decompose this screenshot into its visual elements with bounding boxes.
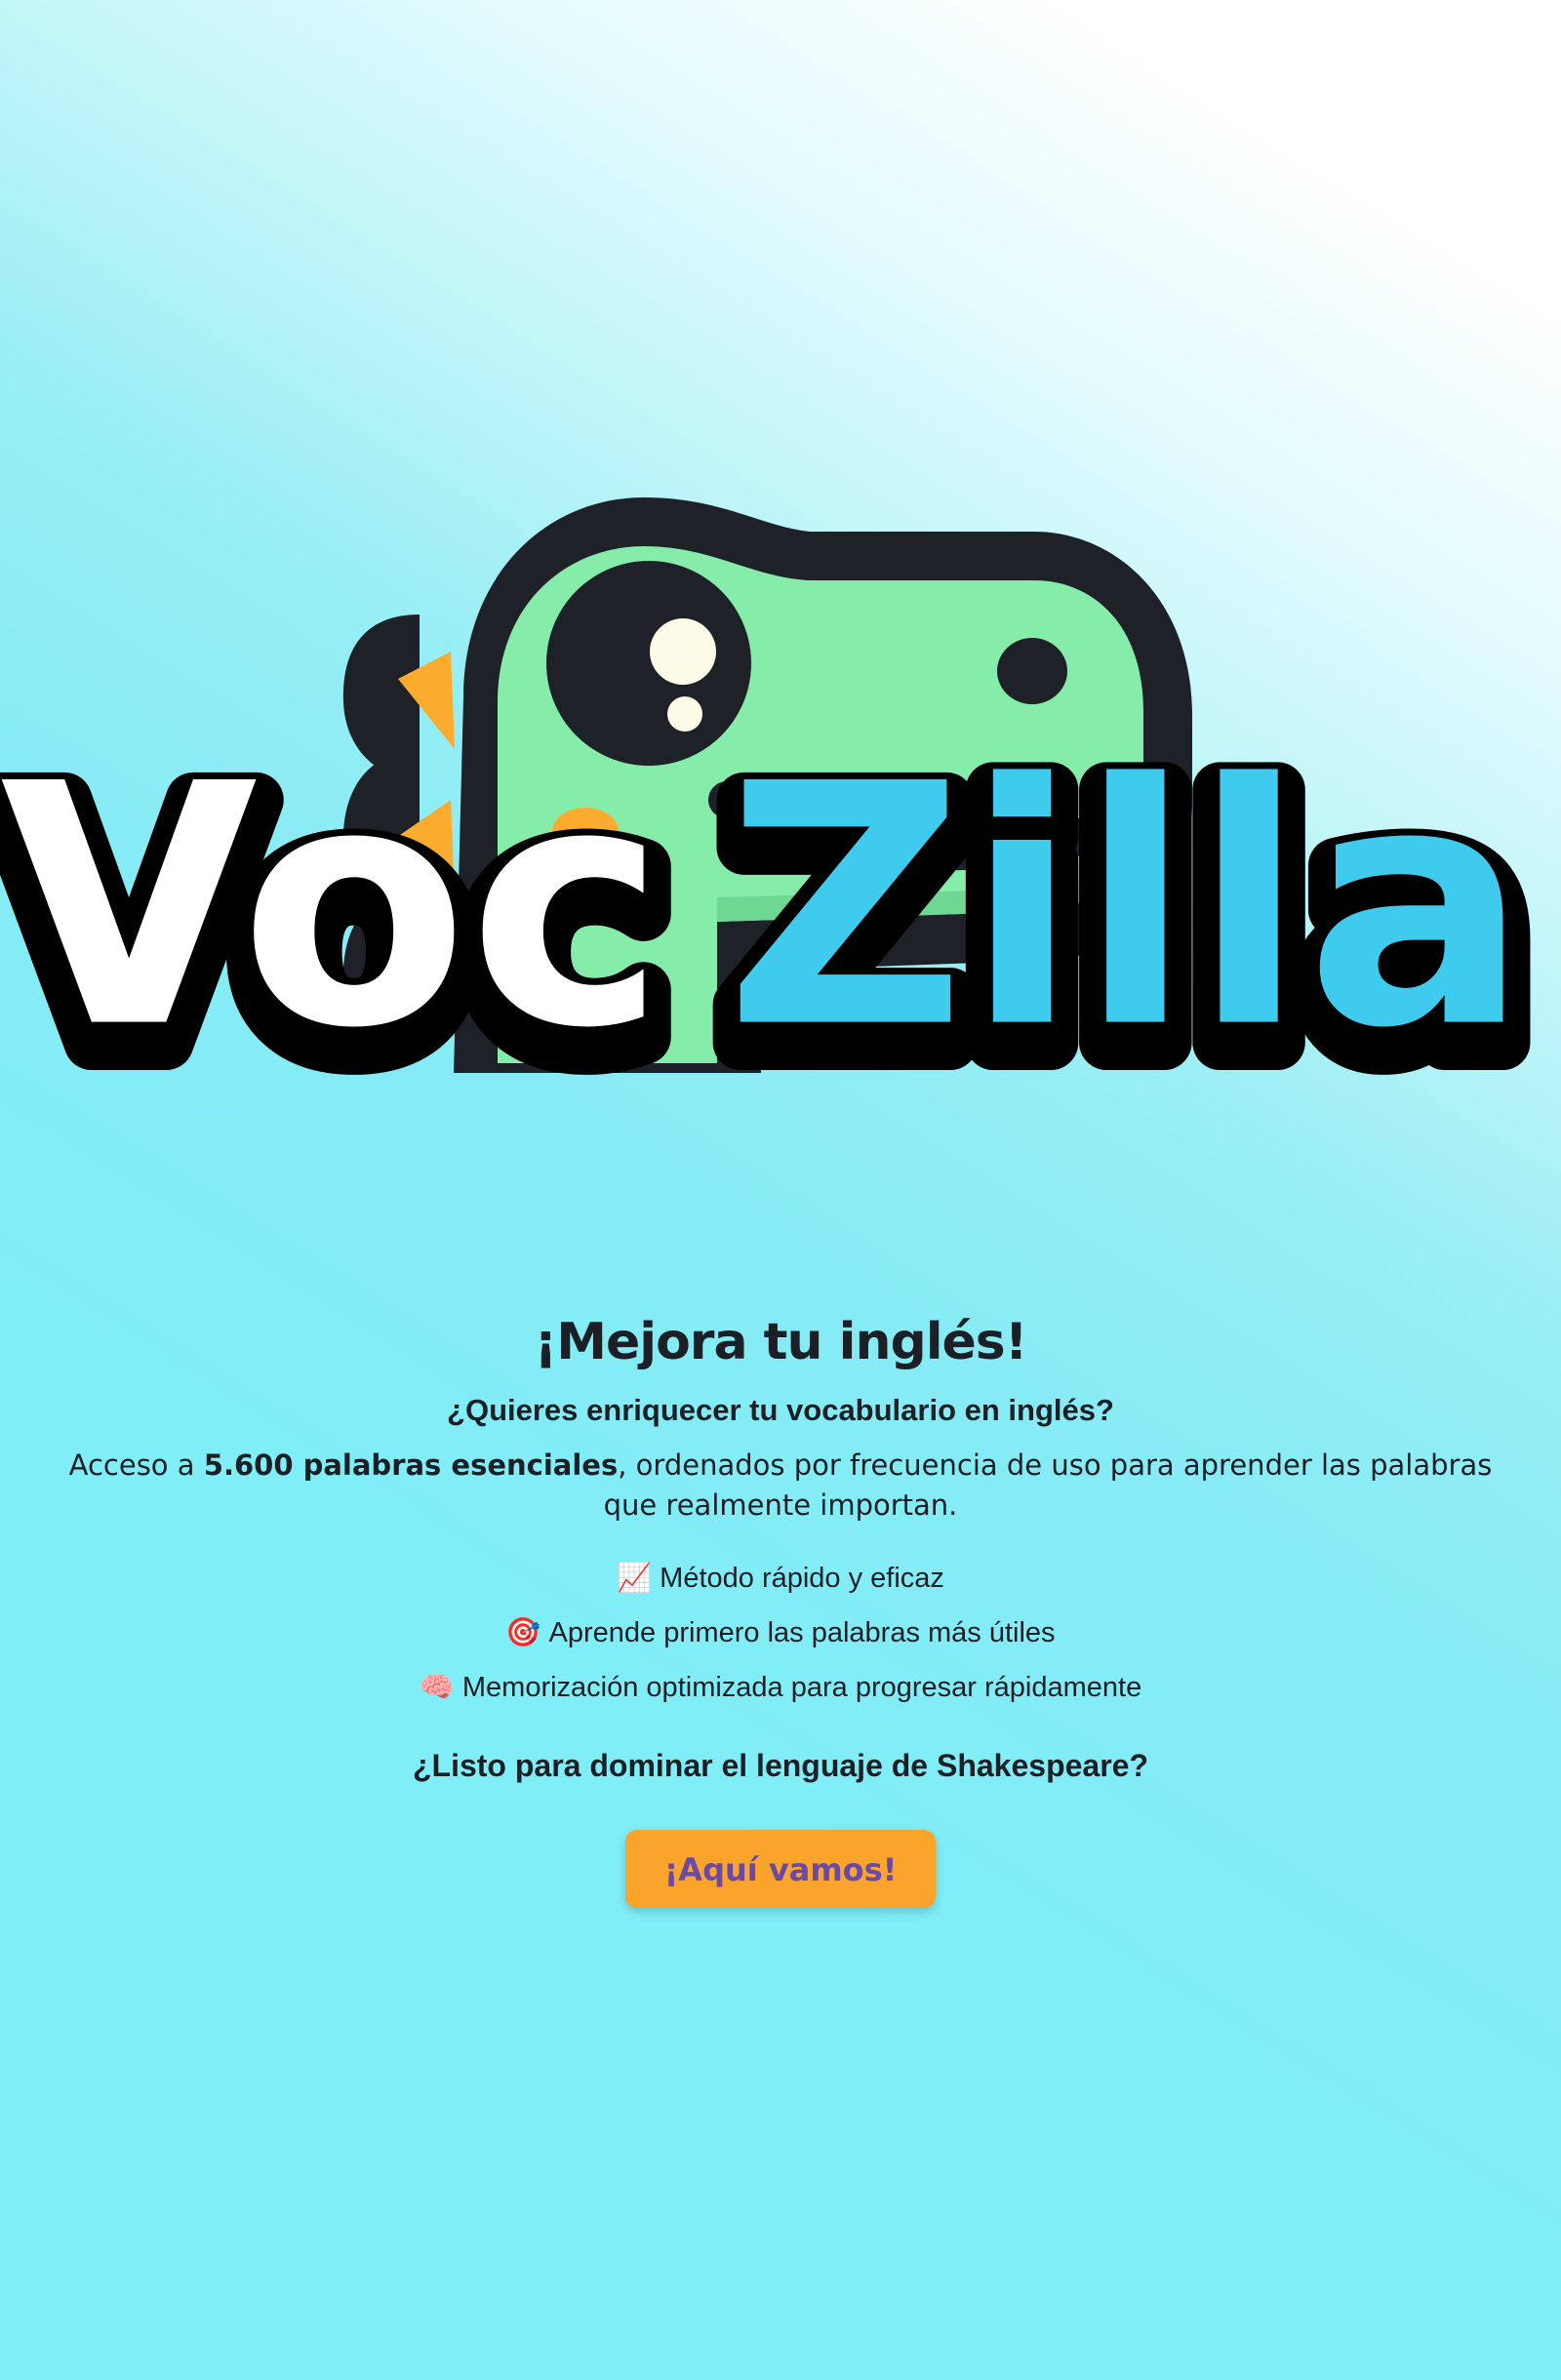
logo-wordmark: Voc Zilla Voc Zilla (0, 707, 1556, 1149)
page-title: ¡Mejora tu inglés! (534, 1313, 1028, 1371)
target-icon: 🎯 (505, 1617, 541, 1648)
brain-icon: 🧠 (419, 1672, 455, 1703)
start-button[interactable]: ¡Aquí vamos! (625, 1830, 936, 1908)
feature-list: 📈 Método rápido y eficaz 🎯 Aprende primero… (0, 1551, 1561, 1715)
hero-description: Acceso a 5.600 palabras esenciales, orde… (39, 1446, 1522, 1526)
feature-item: 🎯 Aprende primero las palabras más útiles (0, 1606, 1561, 1660)
feature-text: Aprende primero las palabras más útiles (548, 1617, 1056, 1648)
description-prefix: Acceso a (68, 1448, 204, 1482)
feature-item: 📈 Método rápido y eficaz (0, 1551, 1561, 1606)
feature-text: Método rápido y eficaz (660, 1563, 944, 1594)
ready-question: ¿Listo para dominar el lenguaje de Shake… (412, 1748, 1148, 1783)
description-suffix: , ordenados por frecuencia de uso para a… (603, 1448, 1493, 1522)
chart-increasing-icon: 📈 (617, 1563, 653, 1594)
logo-text-zilla: Zilla (726, 714, 1530, 1101)
voczilla-logo: Voc Zilla Voc Zilla (0, 488, 1561, 1288)
feature-text: Memorización optimizada para progresar r… (461, 1672, 1142, 1703)
hero-content: ¡Mejora tu inglés! ¿Quieres enriquecer t… (0, 1307, 1561, 1908)
hero-question: ¿Quieres enriquecer tu vocabulario en in… (447, 1393, 1114, 1427)
logo-text-voc: Voc (0, 714, 665, 1101)
feature-item: 🧠 Memorización optimizada para progresar … (0, 1660, 1561, 1715)
description-highlight: 5.600 palabras esenciales (203, 1448, 619, 1482)
